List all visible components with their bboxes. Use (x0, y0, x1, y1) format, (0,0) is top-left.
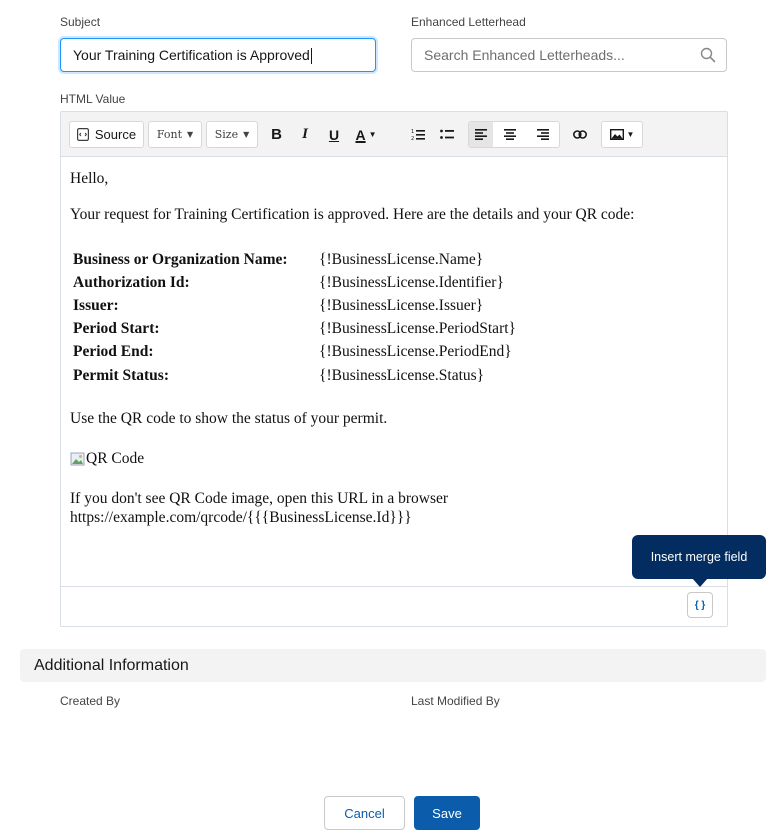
details-key: Period End: (73, 343, 154, 361)
font-combo: Font ▼ (149, 122, 201, 147)
align-right-icon (536, 129, 549, 140)
list-group: 1 2 (404, 121, 464, 148)
font-select[interactable]: Font ▼ (148, 121, 202, 148)
align-right-button[interactable] (526, 122, 559, 147)
details-row: Period End: {!BusinessLicense.PeriodEnd} (73, 341, 516, 364)
unordered-list-button[interactable] (432, 122, 462, 147)
source-doc-icon (76, 128, 89, 141)
merge-field-tooltip: Insert merge field (632, 535, 766, 579)
align-left-icon (475, 129, 487, 140)
chevron-down-icon: ▼ (368, 130, 377, 139)
align-center-button[interactable] (493, 122, 526, 147)
insert-merge-field-button[interactable]: { } (687, 592, 713, 618)
additional-information-header[interactable]: Additional Information (20, 649, 766, 682)
size-label: Size (214, 128, 239, 141)
merge-field-icon: { } (694, 599, 706, 611)
details-value: {!BusinessLicense.Status} (319, 366, 485, 384)
underline-button[interactable]: U (320, 122, 348, 147)
details-key: Permit Status: (73, 366, 169, 384)
details-row: Period Start: {!BusinessLicense.PeriodSta… (73, 318, 516, 341)
align-center-icon (503, 129, 516, 140)
chevron-down-icon: ▼ (187, 130, 194, 139)
details-value: {!BusinessLicense.Issuer} (319, 296, 484, 314)
unordered-list-icon (440, 129, 454, 139)
details-row: Authorization Id: {!BusinessLicense.Ident… (73, 271, 516, 294)
svg-text:2: 2 (411, 136, 414, 141)
search-icon (700, 47, 716, 63)
broken-image-icon (70, 452, 85, 466)
url-line-2: https://example.com/qrcode/{{{BusinessLi… (70, 509, 412, 526)
rich-text-editor: Source Font ▼ Size ▼ B I U A ▼ 1 2 ▼ Hel… (60, 111, 728, 627)
link-button[interactable] (564, 122, 596, 147)
link-icon (573, 130, 587, 139)
details-row: Business or Organization Name: {!Business… (73, 248, 516, 271)
details-key: Issuer: (73, 296, 119, 314)
italic-button[interactable]: I (290, 122, 320, 147)
details-key: Business or Organization Name: (73, 250, 288, 268)
subject-value: Your Training Certification is Approved (73, 47, 310, 63)
size-select[interactable]: Size ▼ (206, 121, 258, 148)
details-key: Authorization Id: (73, 273, 190, 291)
text-caret (310, 48, 312, 65)
letterhead-placeholder: Search Enhanced Letterheads... (424, 47, 625, 63)
text-color-label: A (355, 126, 366, 143)
html-value-label: HTML Value (60, 92, 126, 106)
ordered-list-icon: 1 2 (411, 129, 425, 141)
save-button[interactable]: Save (414, 796, 480, 830)
subject-label: Subject (60, 15, 101, 29)
svg-text:1: 1 (411, 129, 414, 135)
details-row: Issuer: {!BusinessLicense.Issuer} (73, 294, 516, 317)
email-intro: Your request for Training Certification … (70, 206, 635, 223)
font-label: Font (156, 128, 182, 141)
qr-note: Use the QR code to show the status of yo… (70, 410, 388, 427)
image-group: ▼ (601, 121, 643, 148)
insert-image-button[interactable]: ▼ (602, 122, 642, 147)
details-table: Business or Organization Name: {!Business… (73, 248, 516, 387)
qr-alt-text: QR Code (86, 450, 145, 467)
source-button[interactable]: Source (70, 122, 143, 147)
chevron-down-icon: ▼ (626, 130, 635, 139)
email-greeting: Hello, (70, 170, 109, 187)
tooltip-arrow (692, 578, 708, 587)
format-group: B I U A ▼ (263, 121, 399, 148)
details-value: {!BusinessLicense.Identifier} (319, 273, 504, 291)
align-group (468, 121, 560, 148)
qr-image: QR Code (70, 450, 144, 468)
editor-toolbar: Source Font ▼ Size ▼ B I U A ▼ 1 2 ▼ (61, 112, 727, 157)
image-icon (609, 129, 624, 140)
url-line-1: If you don't see QR Code image, open thi… (70, 490, 449, 507)
editor-footer: { } (61, 586, 727, 626)
letterhead-label: Enhanced Letterhead (411, 15, 526, 29)
align-left-button[interactable] (469, 122, 493, 147)
source-label: Source (94, 127, 137, 142)
letterhead-search-input[interactable]: Search Enhanced Letterheads... (411, 38, 727, 72)
details-value: {!BusinessLicense.PeriodStart} (319, 320, 516, 338)
chevron-down-icon: ▼ (243, 130, 250, 139)
ordered-list-button[interactable]: 1 2 (404, 122, 432, 147)
details-row: Permit Status: {!BusinessLicense.Status} (73, 364, 516, 387)
details-key: Period Start: (73, 320, 160, 338)
details-value: {!BusinessLicense.PeriodEnd} (319, 343, 512, 361)
last-modified-by-label: Last Modified By (411, 694, 500, 708)
bold-button[interactable]: B (263, 122, 290, 147)
size-combo: Size ▼ (207, 122, 257, 147)
link-group (564, 121, 596, 148)
source-group: Source (69, 121, 144, 148)
subject-input[interactable]: Your Training Certification is Approved (60, 38, 376, 72)
created-by-label: Created By (60, 694, 121, 708)
details-value: {!BusinessLicense.Name} (319, 250, 484, 268)
text-color-button[interactable]: A ▼ (348, 122, 384, 147)
cancel-button[interactable]: Cancel (324, 796, 405, 830)
